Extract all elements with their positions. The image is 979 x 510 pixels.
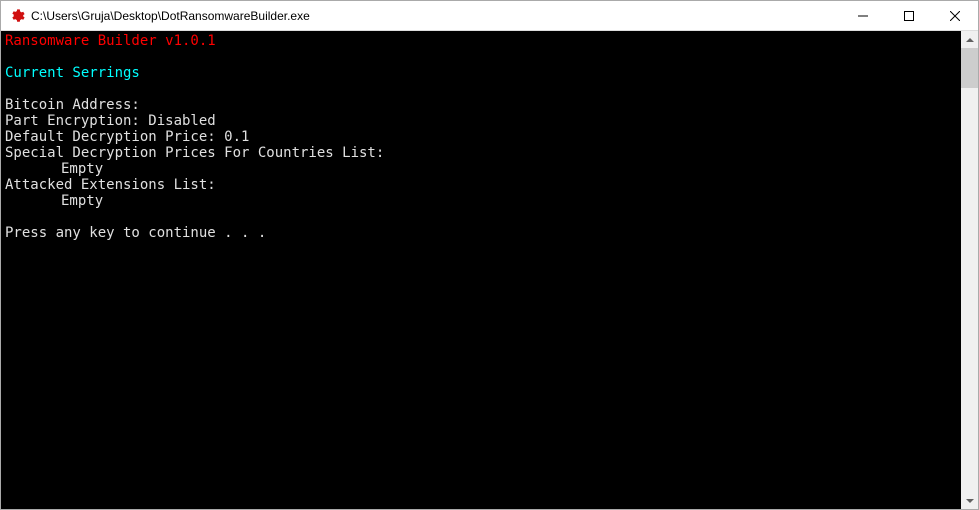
- line-default-price: Default Decryption Price: 0.1: [5, 129, 249, 145]
- app-window: C:\Users\Gruja\Desktop\DotRansomwareBuil…: [0, 0, 979, 510]
- close-button[interactable]: [932, 1, 978, 30]
- titlebar[interactable]: C:\Users\Gruja\Desktop\DotRansomwareBuil…: [1, 1, 978, 31]
- window-title: C:\Users\Gruja\Desktop\DotRansomwareBuil…: [31, 9, 840, 23]
- line-part-encryption: Part Encryption: Disabled: [5, 113, 216, 129]
- maximize-button[interactable]: [886, 1, 932, 30]
- vertical-scrollbar[interactable]: [961, 31, 978, 509]
- line-special-prices: Special Decryption Prices For Countries …: [5, 145, 384, 161]
- scroll-track[interactable]: [961, 48, 978, 492]
- scroll-thumb[interactable]: [961, 48, 978, 88]
- section-title: Current Serrings: [5, 65, 140, 81]
- console-content: Ransomware Builder v1.0.1 Current Serrin…: [1, 31, 961, 509]
- line-prompt: Press any key to continue . . .: [5, 225, 266, 241]
- scroll-up-button[interactable]: [961, 31, 978, 48]
- minimize-button[interactable]: [840, 1, 886, 30]
- line-bitcoin: Bitcoin Address:: [5, 97, 140, 113]
- console-header: Ransomware Builder v1.0.1: [5, 33, 216, 49]
- app-gear-icon: [9, 8, 25, 24]
- line-attacked-ext: Attacked Extensions List:: [5, 177, 216, 193]
- line-attacked-ext-value: Empty: [5, 193, 103, 209]
- window-controls: [840, 1, 978, 30]
- console-area[interactable]: Ransomware Builder v1.0.1 Current Serrin…: [1, 31, 978, 509]
- line-special-prices-value: Empty: [5, 161, 103, 177]
- scroll-down-button[interactable]: [961, 492, 978, 509]
